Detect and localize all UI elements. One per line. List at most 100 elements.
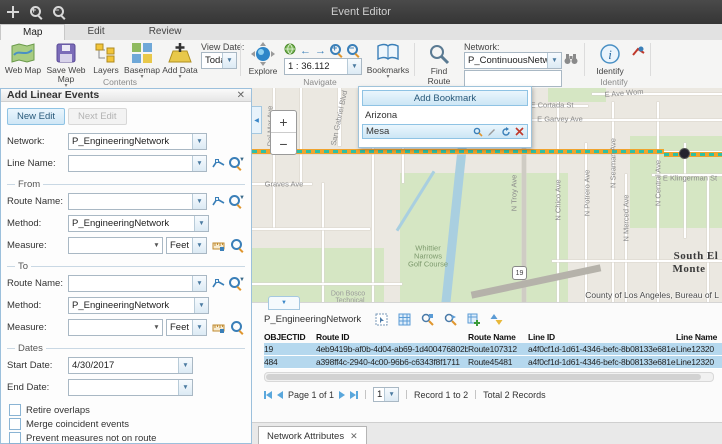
- zoom-to-route-icon[interactable]: ▼: [229, 277, 245, 290]
- select-measure-on-map-icon[interactable]: [210, 240, 226, 252]
- to-method-select[interactable]: P_EngineeringNetwork▼: [68, 297, 209, 314]
- table-toolbar: P_EngineeringNetwork: [252, 303, 722, 330]
- select-measure-on-map-icon[interactable]: [210, 322, 226, 334]
- sort-icon[interactable]: [489, 312, 503, 326]
- first-page-icon[interactable]: [264, 391, 272, 399]
- option-row: Merge coincident events: [9, 418, 243, 430]
- checkbox[interactable]: [9, 404, 21, 416]
- zoom-out-tool-icon[interactable]: −: [347, 44, 360, 57]
- close-icon[interactable]: ✕: [350, 431, 358, 442]
- table-row[interactable]: 194eb9419b-af0b-4d04-ab69-1d400476802bRo…: [264, 343, 722, 356]
- add-bookmark-button[interactable]: Add Bookmark: [362, 90, 528, 106]
- to-route-name-select[interactable]: ▼: [68, 275, 207, 292]
- layers-button[interactable]: Layers: [90, 41, 122, 75]
- tab-review[interactable]: Review: [127, 24, 204, 40]
- edit-bookmark-icon[interactable]: [487, 127, 497, 137]
- delete-bookmark-icon[interactable]: [515, 127, 524, 136]
- find-route-button[interactable]: Find Route: [420, 42, 458, 86]
- table-collapse-arrow[interactable]: ▼: [268, 296, 300, 310]
- bookmarks-button[interactable]: Bookmarks▾: [366, 41, 410, 80]
- column-header[interactable]: OBJECTID: [264, 332, 316, 342]
- attribute-set-icon[interactable]: [466, 312, 480, 326]
- measure-label: Measure:: [7, 240, 65, 251]
- from-method-select[interactable]: P_EngineeringNetwork▼: [68, 215, 209, 232]
- column-header[interactable]: Route Name: [468, 332, 528, 342]
- end-date-select[interactable]: ▼: [68, 379, 193, 396]
- panel-title: Add Linear Events: [7, 89, 99, 101]
- checkbox[interactable]: [9, 418, 21, 430]
- table-horizontal-scrollbar[interactable]: [264, 372, 714, 382]
- next-page-icon[interactable]: [339, 391, 345, 399]
- map-zoom-in-button[interactable]: +: [271, 111, 296, 132]
- select-route-on-map-icon[interactable]: [210, 195, 226, 208]
- map-label: E Garvey Ave: [537, 115, 583, 124]
- select-line-on-map-icon[interactable]: [210, 157, 226, 170]
- chevron-down-icon: ▼: [192, 134, 206, 149]
- pan-to-selection-icon[interactable]: [443, 312, 457, 326]
- column-header[interactable]: Route ID: [316, 332, 468, 342]
- attribute-grid-icon[interactable]: [397, 312, 411, 326]
- next-extent-icon[interactable]: →: [315, 46, 326, 56]
- view-date-select[interactable]: Today▼: [201, 52, 237, 69]
- zoom-to-line-icon[interactable]: ▼: [229, 157, 245, 170]
- zoom-in-tool-icon[interactable]: +: [330, 44, 343, 57]
- bookmark-item[interactable]: Arizona: [362, 108, 528, 122]
- title-bar: + − Event Editor: [0, 0, 722, 24]
- map-scale-select[interactable]: 1 : 36.112▼: [284, 58, 362, 75]
- select-route-on-map-icon[interactable]: [210, 277, 226, 290]
- map-label: Golf Course: [408, 260, 448, 269]
- table-cell: a4f0cf1d-1d61-4346-befc-8b08133e681e: [528, 357, 676, 367]
- chevron-down-icon: ▼: [178, 358, 192, 373]
- bookmark-item[interactable]: Mesa: [362, 124, 528, 139]
- table-cell: Route107312: [468, 344, 528, 354]
- zoom-to-measure-icon[interactable]: [229, 239, 245, 252]
- from-measure-unit-select[interactable]: Feet▼: [166, 237, 207, 254]
- attribute-grid: OBJECTIDRoute IDRoute NameLine IDLine Na…: [264, 330, 722, 369]
- page-number-select[interactable]: 1▼: [373, 387, 399, 402]
- identify-button[interactable]: i Identify: [592, 42, 628, 76]
- panel-network-select[interactable]: P_EngineeringNetwork▼: [68, 133, 207, 150]
- new-edit-button[interactable]: New Edit: [7, 108, 65, 125]
- world-extent-icon[interactable]: [284, 43, 296, 58]
- binoculars-icon[interactable]: [564, 53, 578, 68]
- tab-map[interactable]: Map: [0, 24, 65, 41]
- start-date-select[interactable]: 4/30/2017▼: [68, 357, 193, 374]
- basemap-button[interactable]: Basemap▾: [124, 41, 160, 80]
- street: [585, 143, 587, 302]
- add-data-button[interactable]: Add Data▾: [162, 41, 198, 80]
- zoom-to-route-icon[interactable]: ▼: [229, 195, 245, 208]
- to-measure-input[interactable]: ▼: [68, 319, 163, 336]
- close-icon[interactable]: ✕: [237, 90, 245, 101]
- zoom-to-selection-icon[interactable]: [420, 312, 434, 326]
- from-route-name-select[interactable]: ▼: [68, 193, 207, 210]
- tab-edit[interactable]: Edit: [65, 24, 126, 40]
- find-route-input[interactable]: [464, 70, 562, 87]
- column-header[interactable]: Line Name: [676, 332, 722, 342]
- column-header[interactable]: Line ID: [528, 332, 676, 342]
- map-zoom-control: + −: [270, 110, 297, 155]
- zoom-out-icon[interactable]: −: [49, 3, 69, 21]
- tab-network-attributes[interactable]: Network Attributes ✕: [258, 426, 367, 444]
- map-zoom-out-button[interactable]: −: [271, 132, 296, 154]
- from-measure-input[interactable]: ▼: [68, 237, 163, 254]
- pan-icon[interactable]: [3, 3, 23, 21]
- zoom-to-bookmark-icon[interactable]: [473, 127, 483, 137]
- show-selected-records-icon[interactable]: [374, 312, 388, 326]
- zoom-to-measure-icon[interactable]: [229, 321, 245, 334]
- update-bookmark-icon[interactable]: [501, 127, 511, 137]
- network-select[interactable]: P_ContinuousNetwork▼: [464, 52, 562, 69]
- web-map-button[interactable]: Web Map: [4, 41, 42, 75]
- table-row[interactable]: 484a398ff4c-2940-4c00-96b6-c6343f8f1711R…: [264, 356, 722, 369]
- previous-page-icon[interactable]: [277, 391, 283, 399]
- panel-collapse-arrow[interactable]: ◀: [252, 106, 262, 134]
- zoom-in-icon[interactable]: +: [26, 3, 46, 21]
- explore-button[interactable]: Explore: [246, 42, 280, 76]
- previous-extent-icon[interactable]: ←: [300, 46, 311, 56]
- event-editor-window: + − Event Editor Map Edit Review Web Map…: [0, 0, 722, 444]
- to-measure-unit-select[interactable]: Feet▼: [166, 319, 207, 336]
- checkbox[interactable]: [9, 432, 21, 444]
- identify-route-location-icon[interactable]: [632, 46, 645, 62]
- line-name-select[interactable]: ▼: [68, 155, 207, 172]
- next-edit-button[interactable]: Next Edit: [68, 108, 127, 125]
- last-page-icon[interactable]: [350, 391, 358, 399]
